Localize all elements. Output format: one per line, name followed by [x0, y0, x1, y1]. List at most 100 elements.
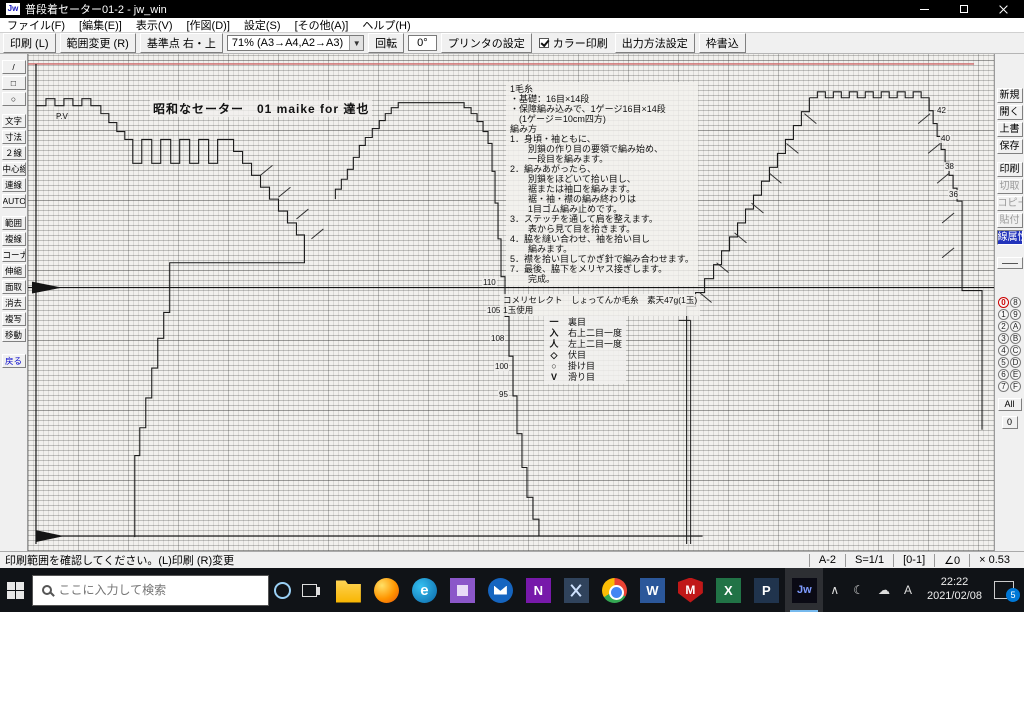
taskbar-app-mail[interactable]: [481, 568, 519, 612]
legend-label: 滑り目: [568, 372, 596, 382]
base-point-button[interactable]: 基準点 右・上: [139, 33, 223, 53]
status-range[interactable]: [0-1]: [893, 553, 934, 567]
menu-edit[interactable]: [編集(E)]: [72, 17, 129, 33]
line-type-button[interactable]: [996, 257, 1023, 269]
taskbar-app-word[interactable]: W: [633, 568, 671, 612]
start-button[interactable]: [0, 568, 32, 612]
taskbar-app-excel[interactable]: X: [709, 568, 747, 612]
copy-button[interactable]: コピー: [996, 196, 1023, 211]
new-file-button[interactable]: 新規: [996, 88, 1023, 103]
maximize-button[interactable]: [944, 0, 984, 18]
tool-polyline[interactable]: 連線: [1, 178, 26, 192]
layer-8-button[interactable]: 8: [1010, 297, 1021, 308]
overwrite-button[interactable]: 上書: [996, 122, 1023, 137]
ime-indicator[interactable]: A: [897, 568, 919, 612]
layer-group-button[interactable]: 0: [1001, 416, 1018, 429]
tray-moon-icon[interactable]: ☾: [846, 568, 871, 612]
layer-3-button[interactable]: 3: [998, 333, 1009, 344]
print-side-button[interactable]: 印刷: [996, 162, 1023, 177]
print-button[interactable]: 印刷 (L): [3, 33, 56, 53]
tool-stretch[interactable]: 伸縮: [1, 264, 26, 278]
menu-view[interactable]: 表示(V): [129, 17, 180, 33]
taskbar-search[interactable]: [31, 574, 269, 606]
rect-tool-button[interactable]: □: [1, 76, 26, 90]
line-attribute-button[interactable]: 線属性: [996, 230, 1023, 245]
menu-help[interactable]: ヘルプ(H): [355, 17, 417, 33]
taskbar-clock[interactable]: 22:22 2021/02/08: [919, 576, 990, 604]
layer-0-button[interactable]: 0: [998, 297, 1009, 308]
printer-setup-button[interactable]: プリンタの設定: [440, 33, 532, 53]
frame-write-button[interactable]: 枠書込: [698, 33, 746, 53]
layer-a-button[interactable]: A: [1010, 321, 1021, 332]
back-piece-outline: [35, 98, 305, 538]
onedrive-cloud-icon[interactable]: ☁: [871, 568, 897, 612]
layer-c-button[interactable]: C: [1010, 345, 1021, 356]
explorer-icon: [335, 580, 361, 603]
notification-center-button[interactable]: 5: [994, 581, 1021, 602]
pv-mark: P.V: [56, 112, 68, 121]
tool-chamfer[interactable]: 面取: [1, 280, 26, 294]
taskbar-app-edge[interactable]: e: [405, 568, 443, 612]
taskbar-app-photos[interactable]: [443, 568, 481, 612]
taskbar-app-firefox[interactable]: [367, 568, 405, 612]
taskbar-app-chrome[interactable]: [595, 568, 633, 612]
layer-all-button[interactable]: All: [997, 398, 1022, 411]
tool-2line[interactable]: ２線: [1, 146, 26, 160]
tool-auto[interactable]: AUTO: [1, 194, 26, 208]
status-angle[interactable]: ∠0: [934, 553, 969, 567]
cortana-button[interactable]: [269, 568, 296, 612]
tool-centerline[interactable]: 中心線: [1, 162, 26, 176]
range-change-button[interactable]: 範囲変更 (R): [59, 33, 136, 53]
taskbar-app-jw-active[interactable]: Jw: [785, 568, 824, 612]
taskbar-app-snip[interactable]: [557, 568, 595, 612]
layer-7-button[interactable]: 7: [998, 381, 1009, 392]
tool-erase[interactable]: 消去: [1, 296, 26, 310]
layer-1-button[interactable]: 1: [998, 309, 1009, 320]
color-print-option[interactable]: カラー印刷: [536, 35, 611, 51]
rotate-button[interactable]: 回転: [368, 33, 405, 53]
tool-text[interactable]: 文字: [1, 114, 26, 128]
task-view-button[interactable]: [296, 568, 323, 612]
scale-select[interactable]: 71% (A3→A4,A2→A3) ▼: [226, 35, 365, 51]
legend-row: 一裏目: [548, 317, 622, 328]
layer-f-button[interactable]: F: [1010, 381, 1021, 392]
taskbar-app-powerpoint[interactable]: P: [747, 568, 785, 612]
status-scale[interactable]: S=1/1: [845, 553, 893, 567]
drawing-canvas[interactable]: 昭和なセーター 01 maike for 達也 P.V 1毛糸 ・基礎：16目×…: [27, 54, 995, 551]
layer-9-button[interactable]: 9: [1010, 309, 1021, 320]
open-file-button[interactable]: 開く: [996, 105, 1023, 120]
layer-2-button[interactable]: 2: [998, 321, 1009, 332]
layer-5-button[interactable]: 5: [998, 357, 1009, 368]
output-method-button[interactable]: 出力方法設定: [614, 33, 695, 53]
back-button[interactable]: 戻る: [1, 354, 26, 368]
menu-other[interactable]: [その他(A)]: [288, 17, 356, 33]
menu-file[interactable]: ファイル(F): [0, 17, 72, 33]
close-icon: [999, 4, 1009, 14]
save-button[interactable]: 保存: [996, 139, 1023, 154]
circle-tool-button[interactable]: ○: [1, 92, 26, 106]
paste-button[interactable]: 貼付: [996, 213, 1023, 228]
tool-copy[interactable]: 複写: [1, 312, 26, 326]
close-button[interactable]: [984, 0, 1024, 18]
color-print-checkbox[interactable]: [538, 38, 549, 48]
layer-e-button[interactable]: E: [1010, 369, 1021, 380]
tool-dimension[interactable]: 寸法: [1, 130, 26, 144]
taskbar-app-onenote[interactable]: N: [519, 568, 557, 612]
taskbar-app-explorer[interactable]: [329, 568, 367, 612]
layer-6-button[interactable]: 6: [998, 369, 1009, 380]
menu-draw[interactable]: [作図(D)]: [180, 17, 237, 33]
cut-button[interactable]: 切取: [996, 179, 1023, 194]
minimize-button[interactable]: [904, 0, 944, 18]
line-tool-button[interactable]: /: [1, 60, 26, 74]
layer-4-button[interactable]: 4: [998, 345, 1009, 356]
layer-d-button[interactable]: D: [1010, 357, 1021, 368]
tool-corner[interactable]: コーナー: [1, 248, 26, 262]
search-input[interactable]: [58, 583, 259, 597]
taskbar-app-mcafee[interactable]: M: [671, 568, 709, 612]
tool-offset[interactable]: 複線: [1, 232, 26, 246]
menu-settings[interactable]: 設定(S): [237, 17, 288, 33]
layer-b-button[interactable]: B: [1010, 333, 1021, 344]
tool-move[interactable]: 移動: [1, 328, 26, 342]
tool-range[interactable]: 範囲: [1, 216, 26, 230]
tray-chevron-icon[interactable]: ∧: [823, 568, 846, 612]
